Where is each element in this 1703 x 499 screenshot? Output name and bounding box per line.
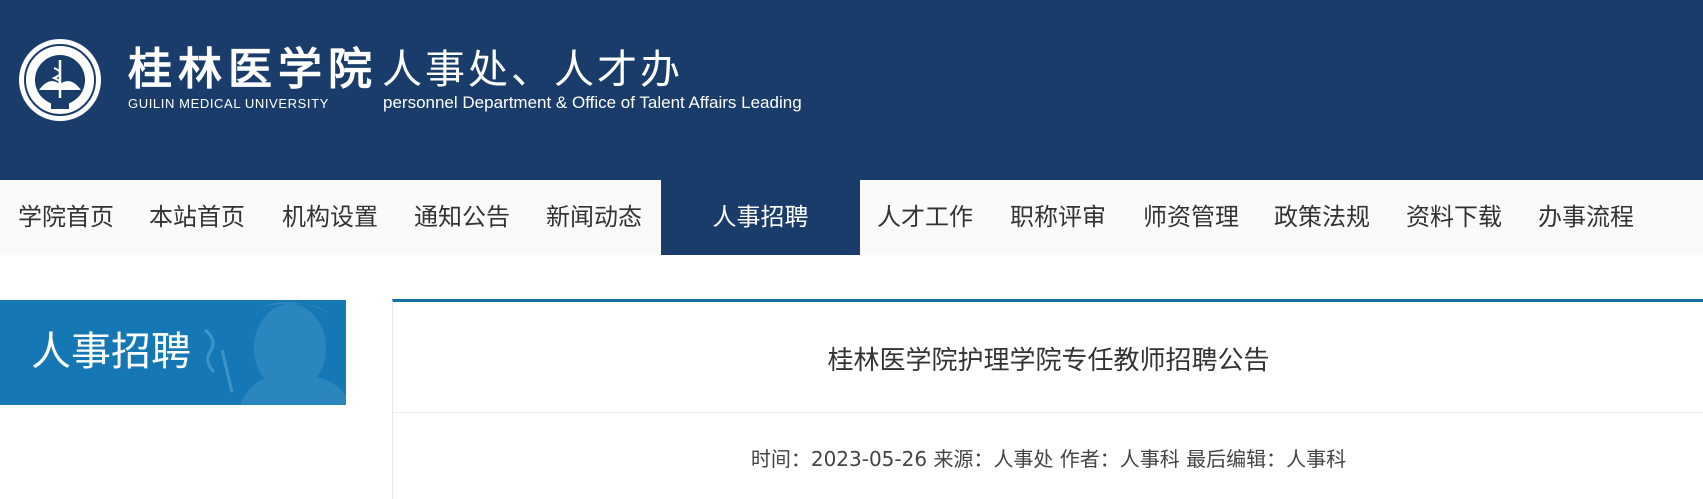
meta-author: 人事科 [1119,447,1180,471]
meta-time-label: 时间： [750,447,811,471]
school-name-en: GUILIN MEDICAL UNIVERSITY [128,96,329,111]
nav-item-notices[interactable]: 通知公告 [414,180,510,255]
nav-item-college-home[interactable]: 学院首页 [18,180,114,255]
meta-editor-label: 最后编辑： [1186,447,1287,471]
nav-item-faculty-management[interactable]: 师资管理 [1143,180,1239,255]
meta-editor: 人事科 [1286,447,1347,471]
nav-item-talent-work[interactable]: 人才工作 [877,180,973,255]
school-name-cn: 桂林医学院 [128,44,378,95]
article-meta: 时间：2023-05-26 来源：人事处 作者：人事科 最后编辑：人事科 [393,443,1703,472]
sidebar-title: 人事招聘 [31,329,191,375]
nav-item-news[interactable]: 新闻动态 [546,180,642,255]
article-panel: 桂林医学院护理学院专任教师招聘公告 时间：2023-05-26 来源：人事处 作… [392,299,1703,499]
meta-time: 2023-05-26 [810,447,928,471]
university-seal-icon[interactable] [18,38,102,122]
nav-item-title-review[interactable]: 职称评审 [1010,180,1106,255]
nav-item-organization[interactable]: 机构设置 [282,180,378,255]
nav-item-policies[interactable]: 政策法规 [1274,180,1370,255]
department-name-en: personnel Department & Office of Talent … [383,93,802,112]
nav-item-downloads[interactable]: 资料下载 [1406,180,1502,255]
meta-author-label: 作者： [1059,447,1120,471]
department-name-cn: 人事处、人才办 [382,47,683,93]
sidebar-banner: 人事招聘 [0,300,346,405]
meta-source: 人事处 [993,447,1054,471]
main-nav: 学院首页 本站首页 机构设置 通知公告 新闻动态 人事招聘 人才工作 职称评审 … [0,180,1703,255]
title-divider [393,412,1703,413]
nav-item-site-home[interactable]: 本站首页 [149,180,245,255]
meta-source-label: 来源： [933,447,994,471]
article-title: 桂林医学院护理学院专任教师招聘公告 [827,346,1270,376]
nav-item-recruitment[interactable]: 人事招聘 [661,180,860,255]
site-header: 桂林医学院 GUILIN MEDICAL UNIVERSITY 人事处、人才办 … [0,0,1703,180]
nav-item-procedures[interactable]: 办事流程 [1538,180,1634,255]
